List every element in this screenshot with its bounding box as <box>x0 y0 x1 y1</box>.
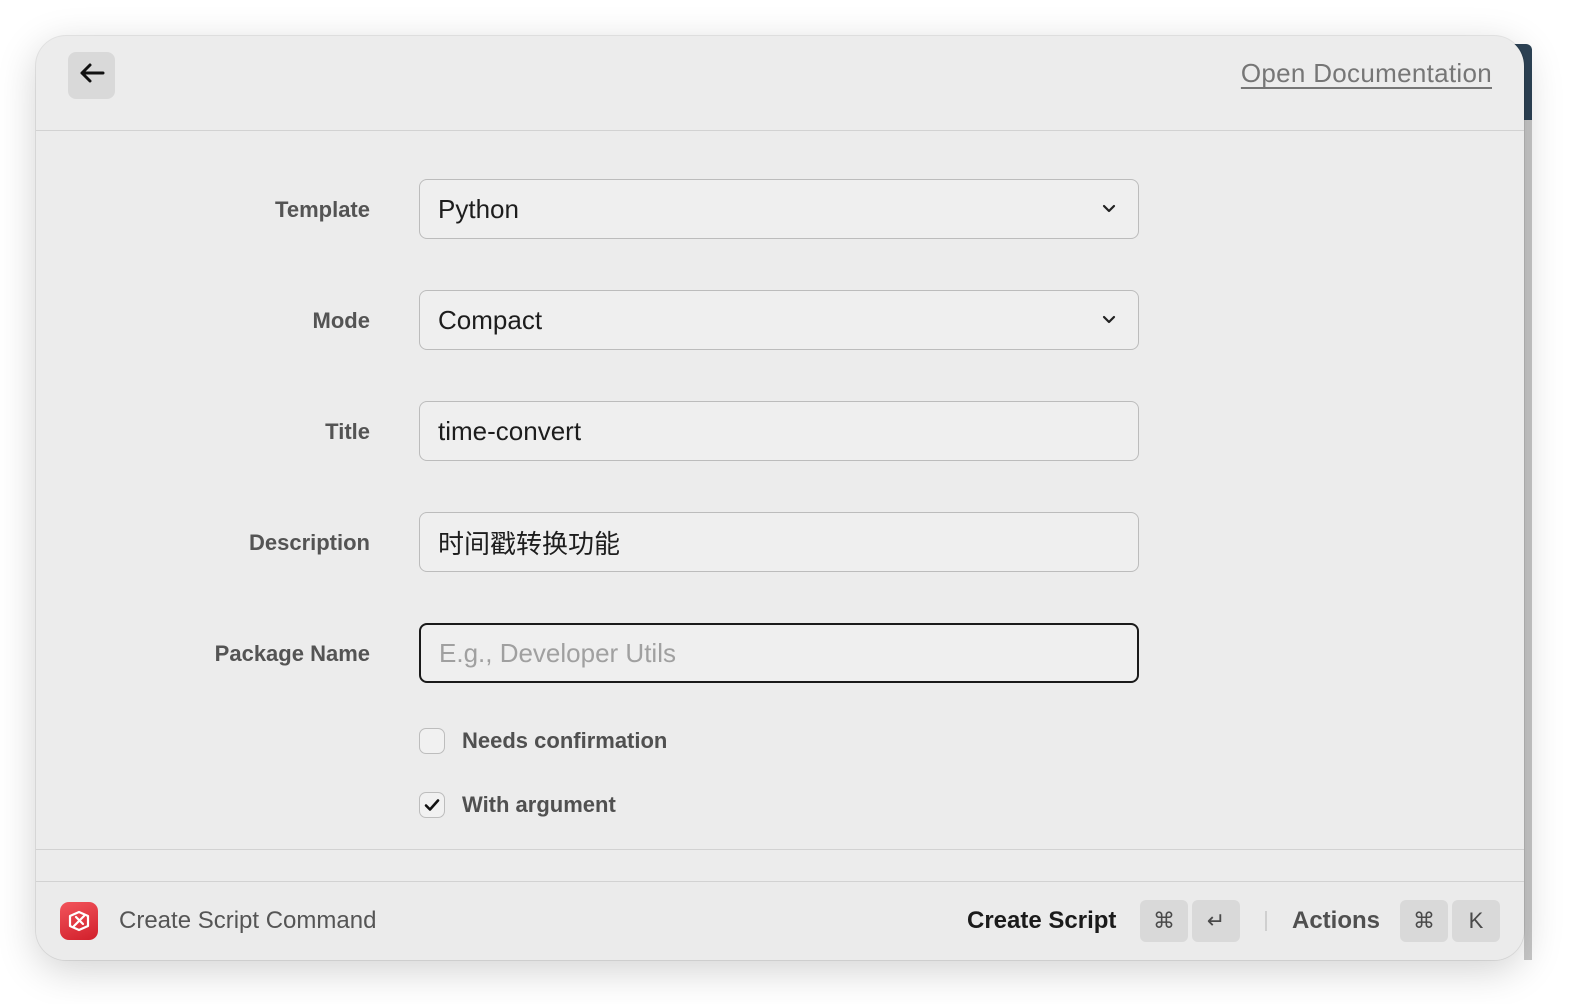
title-row: Title time-convert <box>36 401 1524 463</box>
title-label: Title <box>325 419 370 444</box>
arrow-left-icon <box>79 62 105 89</box>
description-input[interactable]: 时间戳转换功能 <box>419 512 1139 572</box>
template-label: Template <box>275 197 370 222</box>
needs-confirmation-checkbox[interactable] <box>419 728 445 754</box>
description-label: Description <box>248 530 370 555</box>
open-documentation-link[interactable]: Open Documentation <box>1241 58 1492 89</box>
back-button[interactable] <box>68 52 115 99</box>
chevron-down-icon <box>1098 198 1120 220</box>
footer-separator <box>1265 911 1267 931</box>
return-key-icon: ↵ <box>1192 900 1240 942</box>
mode-value: Compact <box>438 304 543 335</box>
needs-confirmation-checkbox-row[interactable]: Needs confirmation <box>419 726 667 756</box>
create-script-button[interactable]: Create Script <box>967 882 1116 960</box>
chevron-down-icon <box>1098 309 1120 331</box>
package-name-label: Package Name <box>214 641 370 666</box>
mode-row: Mode Compact <box>36 290 1524 352</box>
header: Open Documentation <box>36 36 1524 131</box>
actions-button[interactable]: Actions <box>1292 882 1380 960</box>
package-name-row: Package Name E.g., Developer Utils <box>36 623 1524 685</box>
create-script-window: Open Documentation Template Python Mode … <box>36 36 1524 960</box>
checkmark-icon <box>424 799 440 811</box>
with-argument-label: With argument <box>462 792 616 817</box>
script-command-app-icon <box>60 902 98 940</box>
package-name-input[interactable]: E.g., Developer Utils <box>419 623 1139 683</box>
mode-dropdown[interactable]: Compact <box>419 290 1139 350</box>
with-argument-checkbox[interactable] <box>419 792 445 818</box>
title-value: time-convert <box>438 415 582 446</box>
mode-label: Mode <box>312 308 370 333</box>
footer-title: Create Script Command <box>119 907 377 934</box>
template-row: Template Python <box>36 179 1524 241</box>
title-input[interactable]: time-convert <box>419 401 1139 461</box>
description-value: 时间戳转换功能 <box>438 528 621 559</box>
form-bottom-divider <box>36 849 1524 850</box>
background-window-edge-lower <box>1524 120 1532 960</box>
action-bar: Create Script Command Create Script ⌘ ↵ … <box>36 882 1524 960</box>
with-argument-checkbox-row[interactable]: With argument <box>419 790 616 820</box>
command-key-icon: ⌘ <box>1400 900 1448 942</box>
package-name-placeholder: E.g., Developer Utils <box>439 637 676 668</box>
command-key-icon: ⌘ <box>1140 900 1188 942</box>
description-row: Description 时间戳转换功能 <box>36 512 1524 574</box>
k-key-label: K <box>1452 900 1500 942</box>
template-dropdown[interactable]: Python <box>419 179 1139 239</box>
needs-confirmation-label: Needs confirmation <box>462 728 668 753</box>
template-value: Python <box>438 193 519 224</box>
